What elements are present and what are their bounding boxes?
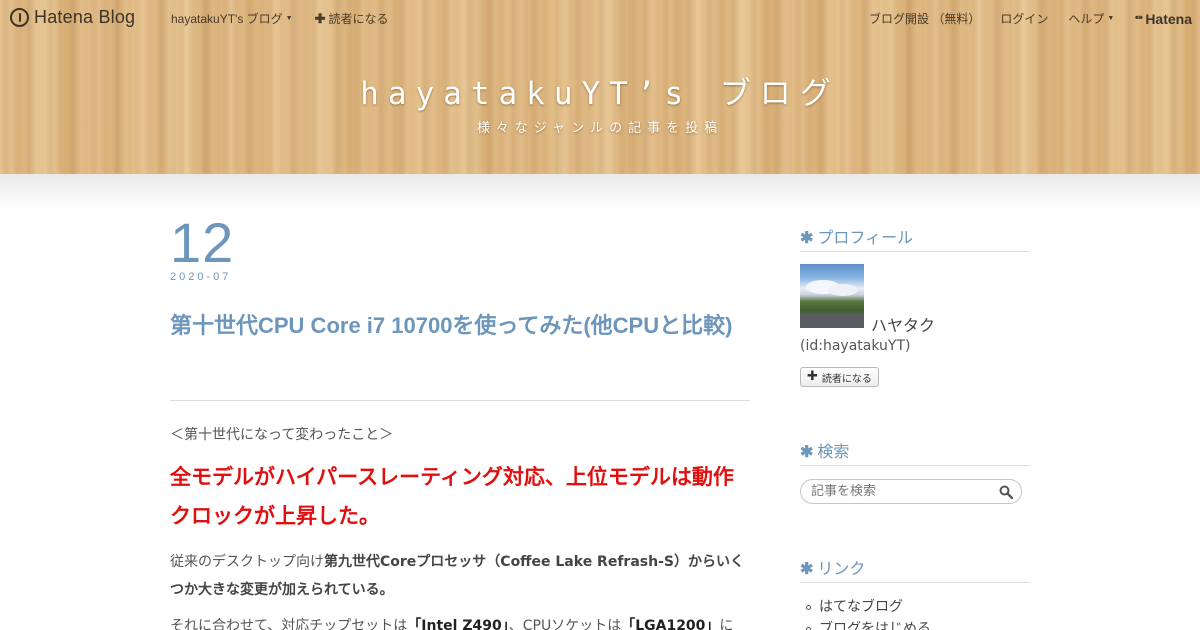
- paragraph-bold: 「Intel Z490」: [407, 618, 509, 630]
- bullet-icon: [806, 604, 811, 610]
- hatena-blog-logo-icon: [10, 8, 29, 27]
- sidebar-heading-profile: ✱ プロフィール: [800, 224, 1030, 252]
- sidebar-link-label: ブログをはじめる: [819, 621, 931, 630]
- search-icon[interactable]: [999, 485, 1013, 499]
- asterisk-icon: ✱: [800, 561, 814, 578]
- section-heading: ＜第十世代になって変わったこと＞: [170, 427, 394, 443]
- plus-icon: ✚: [807, 369, 818, 384]
- sidebar-heading-search: ✱ 検索: [800, 438, 1030, 466]
- paragraph-text: 、CPUソケットは: [508, 618, 622, 630]
- subscribe-link[interactable]: ✚ 読者になる: [315, 10, 389, 27]
- highlight-heading: 全モデルがハイパースレーティング対応、上位モデルは動作クロックが上昇した。: [170, 465, 734, 528]
- subscribe-label: 読者になる: [328, 12, 389, 26]
- bullet-icon: [806, 626, 811, 630]
- asterisk-icon: ✱: [800, 444, 814, 461]
- search-input[interactable]: [811, 484, 991, 499]
- blog-title[interactable]: hayatakuYT’s ブログ: [0, 68, 1200, 113]
- profile-name[interactable]: ハヤタク: [871, 312, 935, 336]
- header-shadow: [0, 174, 1200, 210]
- sidebar-link[interactable]: ブログをはじめる: [806, 618, 931, 630]
- paragraph-text: それに合わせて、対応チップセットは: [170, 618, 408, 630]
- entry-divider: [170, 400, 750, 401]
- subscribe-button[interactable]: ✚ 読者になる: [800, 367, 879, 387]
- avatar[interactable]: [800, 264, 864, 328]
- help-label: ヘルプ: [1068, 12, 1105, 26]
- caret-down-icon: ▼: [1107, 15, 1115, 22]
- paragraph-text: に: [719, 618, 734, 630]
- plus-icon: ✚: [314, 10, 326, 26]
- hatena-brand-label: Hatena: [1145, 10, 1192, 27]
- hatena-blog-logo[interactable]: Hatena Blog: [10, 7, 135, 28]
- entry-title[interactable]: 第十世代CPU Core i7 10700を使ってみた(他CPUと比較): [170, 310, 750, 342]
- open-blog-link[interactable]: ブログ開設 （無料）: [869, 10, 980, 27]
- subscribe-button-label: 読者になる: [821, 373, 872, 385]
- search-box: [800, 479, 1022, 504]
- nav-left: hayatakuYT's ブログ ▼ ✚ 読者になる: [171, 10, 389, 27]
- entry-date-day[interactable]: 12: [170, 210, 234, 275]
- blog-description: 様々なジャンルの記事を投稿: [476, 121, 724, 136]
- paragraph-text: 従来のデスクトップ向け: [170, 554, 324, 570]
- sidebar-link[interactable]: はてなブログ: [806, 596, 931, 618]
- blog-menu-label: hayatakuYT's ブログ: [171, 12, 283, 26]
- entry-paragraph: 従来のデスクトップ向け第九世代Coreプロセッサ（Coffee Lake Ref…: [170, 548, 752, 604]
- entry-paragraph: それに合わせて、対応チップセットは「Intel Z490」、CPUソケットは「L…: [170, 612, 770, 630]
- asterisk-icon: ✱: [800, 230, 814, 247]
- login-link[interactable]: ログイン: [1000, 10, 1048, 27]
- sidebar-heading-label: 検索: [817, 444, 850, 461]
- sidebar-link-list: はてなブログ ブログをはじめる: [806, 596, 931, 630]
- sidebar-heading-label: リンク: [817, 561, 866, 578]
- profile-id[interactable]: (id:hayatakuYT): [800, 338, 910, 354]
- sidebar-heading-label: プロフィール: [817, 230, 914, 247]
- top-navigation-bar: Hatena Blog hayatakuYT's ブログ ▼ ✚ 読者になる ブ…: [0, 0, 1200, 36]
- sidebar-link-label: はてなブログ: [819, 599, 903, 615]
- nav-right: ブログ開設 （無料） ログイン ヘルプ ▼ ⁌⁍ Hatena: [869, 10, 1192, 27]
- caret-down-icon: ▼: [285, 15, 293, 22]
- sidebar-heading-links: ✱ リンク: [800, 555, 1030, 583]
- entry-date-year-month[interactable]: 2020-07: [170, 271, 231, 283]
- hatena-brand-link[interactable]: ⁌⁍ Hatena: [1134, 11, 1192, 27]
- help-dropdown[interactable]: ヘルプ ▼: [1068, 10, 1114, 27]
- blog-menu-dropdown[interactable]: hayatakuYT's ブログ ▼: [171, 10, 293, 27]
- hatena-blog-logo-text: Hatena Blog: [34, 7, 136, 27]
- hatena-logo-icon: ⁌⁍: [1134, 13, 1143, 24]
- paragraph-bold: 「LGA1200」: [621, 618, 720, 630]
